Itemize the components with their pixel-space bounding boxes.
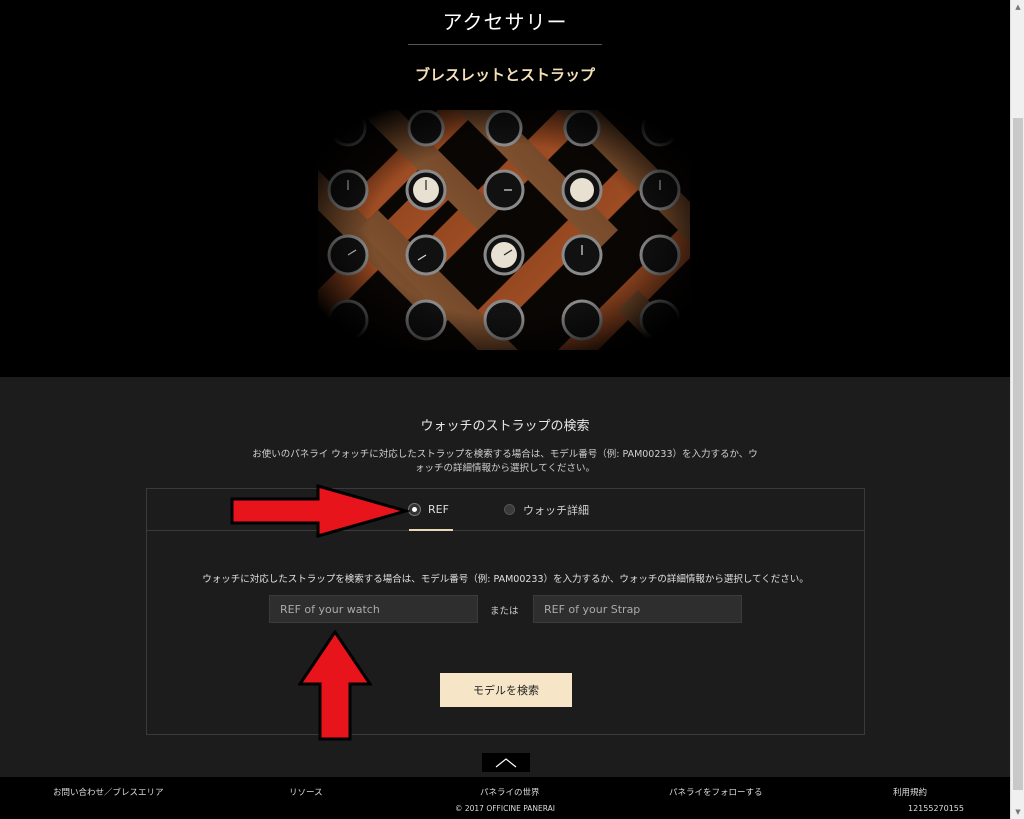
copyright: © 2017 OFFICINE PANERAI bbox=[454, 804, 556, 813]
tab-watch-details-label: ウォッチ詳細 bbox=[523, 503, 589, 517]
scroll-down-icon[interactable]: ▼ bbox=[1011, 805, 1024, 819]
radio-selected-icon[interactable] bbox=[409, 504, 420, 515]
title-divider bbox=[408, 44, 602, 45]
footer-link-resources[interactable]: リソース bbox=[289, 786, 323, 798]
search-heading: ウォッチのストラップの検索 bbox=[420, 419, 590, 434]
tab-ref[interactable]: REF bbox=[409, 489, 453, 531]
annotation-arrow-up-icon bbox=[298, 630, 372, 741]
search-model-button[interactable]: モデルを検索 bbox=[440, 673, 572, 707]
footer-link-world[interactable]: パネライの世界 bbox=[480, 786, 540, 798]
chevron-up-icon bbox=[495, 757, 517, 767]
radio-unselected-icon[interactable] bbox=[504, 504, 515, 515]
footer-number: 12155270155 bbox=[908, 804, 964, 813]
page-title: アクセサリー bbox=[442, 10, 568, 34]
vertical-scrollbar[interactable]: ▲ ▼ bbox=[1010, 0, 1024, 819]
tab-watch-details[interactable]: ウォッチ詳細 bbox=[504, 489, 594, 530]
annotation-arrow-right-icon bbox=[230, 484, 410, 538]
or-label: または bbox=[490, 606, 519, 617]
footer-link-follow[interactable]: パネライをフォローする bbox=[669, 786, 763, 798]
hero-section: アクセサリー ブレスレットとストラップ bbox=[0, 0, 1010, 377]
strap-search-section: ウォッチのストラップの検索 お使いのパネライ ウォッチに対応したストラップを検索… bbox=[0, 377, 1010, 777]
page-subtitle: ブレスレットとストラップ bbox=[414, 66, 595, 84]
footer: お問い合わせ／ブレスエリア リソース パネライの世界 パネライをフォローする 利… bbox=[0, 777, 1010, 819]
back-to-top-button[interactable] bbox=[482, 753, 530, 772]
strap-ref-input[interactable] bbox=[533, 595, 742, 623]
tab-active-indicator bbox=[409, 529, 453, 531]
search-description: お使いのパネライ ウォッチに対応したストラップを検索する場合は、モデル番号（例:… bbox=[252, 449, 758, 474]
tab-ref-label: REF bbox=[428, 503, 449, 516]
footer-link-terms[interactable]: 利用規約 bbox=[893, 786, 927, 798]
scrollbar-thumb[interactable] bbox=[1013, 118, 1023, 790]
footer-link-contact[interactable]: お問い合わせ／ブレスエリア bbox=[53, 786, 164, 798]
watch-ref-input[interactable] bbox=[269, 595, 478, 623]
watch-strap-image bbox=[318, 110, 690, 350]
panel-instructions: ウォッチに対応したストラップを検索する場合は、モデル番号（例: PAM00233… bbox=[202, 574, 809, 585]
scroll-up-icon[interactable]: ▲ bbox=[1011, 0, 1024, 14]
